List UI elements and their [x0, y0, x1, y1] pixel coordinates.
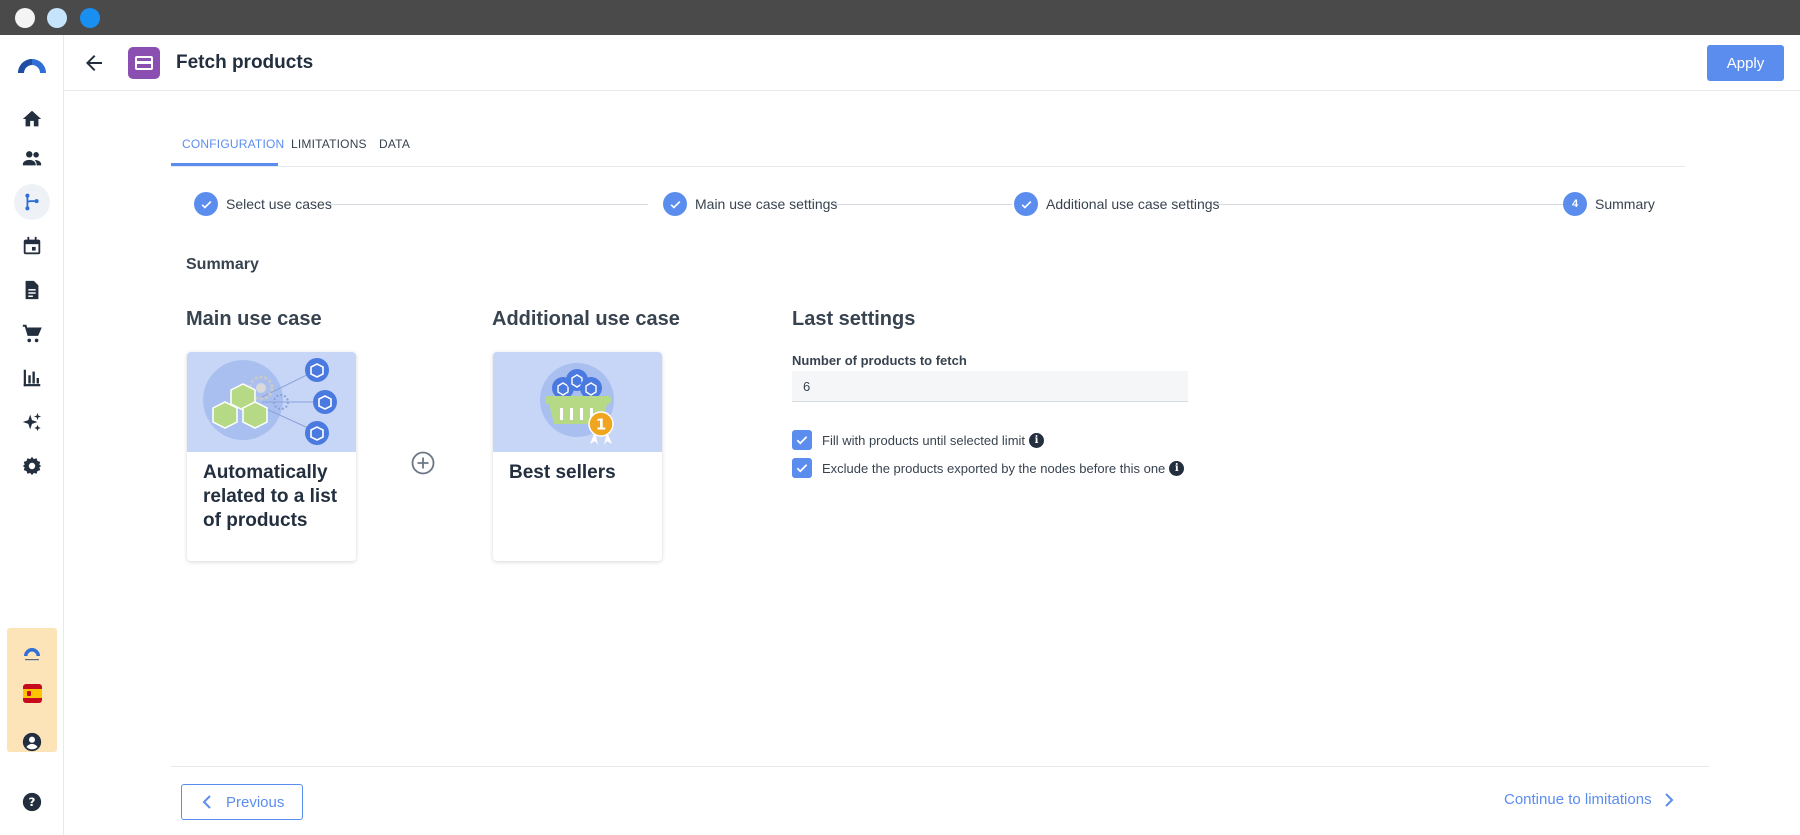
main-use-case-card[interactable]: Automatically related to a list of produ… — [187, 352, 356, 561]
cart-icon — [22, 324, 42, 343]
previous-button[interactable]: Previous — [181, 784, 303, 820]
app-logo-icon[interactable] — [16, 52, 48, 78]
products-count-field[interactable] — [792, 371, 1188, 402]
sidebar-item-account[interactable] — [14, 724, 50, 760]
exclude-products-checkbox[interactable] — [792, 458, 812, 478]
svg-text:?: ? — [29, 795, 36, 809]
additional-use-case-card[interactable]: 1 Best sellers — [493, 352, 662, 561]
document-icon — [25, 280, 39, 300]
best-sellers-illustration: 1 — [493, 352, 662, 452]
spain-flag-icon — [23, 684, 42, 703]
node-type-icon — [128, 47, 160, 79]
sidebar-item-ai[interactable] — [14, 404, 50, 440]
step-summary[interactable]: 4 Summary — [1563, 192, 1655, 216]
additional-use-case-heading: Additional use case — [492, 308, 680, 330]
sidebar-item-customers[interactable] — [14, 140, 50, 176]
sidebar-item-documents[interactable] — [14, 272, 50, 308]
summary-title: Summary — [186, 256, 259, 273]
step-label: Main use case settings — [695, 196, 838, 212]
sparkles-icon — [22, 412, 42, 432]
continue-label: Continue to limitations — [1504, 791, 1652, 808]
sidebar-item-calendar[interactable] — [14, 228, 50, 264]
main-use-case-label: Automatically related to a list of produ… — [203, 462, 338, 531]
svg-text:1: 1 — [596, 416, 606, 434]
page-title: Fetch products — [176, 52, 314, 73]
apply-button[interactable]: Apply — [1707, 45, 1784, 81]
user-circle-icon — [22, 732, 42, 752]
info-icon[interactable]: i — [1029, 432, 1045, 448]
gear-icon — [22, 456, 42, 476]
chevron-left-icon — [202, 795, 211, 809]
chart-icon — [23, 369, 41, 387]
step-label: Select use cases — [226, 196, 332, 212]
sidebar-item-analytics[interactable] — [14, 360, 50, 396]
window-minimize-button[interactable] — [47, 8, 67, 28]
step-label: Summary — [1595, 196, 1655, 212]
window-maximize-button[interactable] — [80, 8, 100, 28]
check-icon — [796, 464, 808, 473]
related-products-illustration — [187, 352, 356, 452]
previous-label: Previous — [226, 793, 285, 811]
workflow-icon — [25, 193, 39, 211]
page-header: Fetch products Apply — [64, 35, 1800, 91]
tab-data[interactable]: DATA — [379, 137, 410, 164]
check-icon — [1014, 192, 1038, 216]
step-connector — [328, 204, 648, 205]
back-arrow-icon[interactable] — [82, 51, 106, 75]
add-circle-icon — [411, 451, 435, 475]
active-tab-indicator — [171, 163, 278, 166]
step-select-use-cases[interactable]: Select use cases — [194, 192, 332, 216]
step-label: Additional use case settings — [1046, 196, 1220, 212]
fill-limit-checkbox[interactable] — [792, 430, 812, 450]
sidebar-item-workflows[interactable] — [14, 184, 50, 220]
step-connector — [1217, 204, 1585, 205]
main-use-case-heading: Main use case — [186, 308, 322, 330]
exclude-products-option: Exclude the products exported by the nod… — [792, 458, 1185, 478]
step-number: 4 — [1563, 192, 1587, 216]
help-icon: ? — [22, 792, 42, 812]
window-titlebar — [0, 0, 1800, 35]
tab-bar: CONFIGURATION LIMITATIONS DATA — [171, 124, 1685, 167]
window-close-button[interactable] — [15, 8, 35, 28]
calendar-icon — [23, 236, 41, 255]
users-icon — [22, 151, 42, 166]
exclude-products-label: Exclude the products exported by the nod… — [822, 460, 1166, 476]
continue-to-limitations-link[interactable]: Continue to limitations — [1504, 791, 1674, 808]
chevron-right-icon — [1664, 792, 1673, 807]
tab-configuration[interactable]: CONFIGURATION — [182, 137, 284, 164]
sidebar: ? — [0, 35, 64, 835]
sidebar-item-home[interactable] — [14, 101, 50, 137]
check-icon — [194, 192, 218, 216]
workspace-logo-icon — [24, 648, 40, 661]
check-icon — [663, 192, 687, 216]
sidebar-item-catalog[interactable] — [14, 316, 50, 352]
sidebar-item-settings[interactable] — [14, 448, 50, 484]
fill-limit-label: Fill with products until selected limit — [822, 432, 1026, 448]
home-icon — [22, 110, 42, 127]
step-connector — [832, 204, 1012, 205]
last-settings-heading: Last settings — [792, 308, 916, 330]
check-icon — [796, 436, 808, 445]
tab-limitations[interactable]: LIMITATIONS — [291, 137, 367, 164]
sidebar-item-help[interactable]: ? — [14, 784, 50, 820]
fill-limit-option: Fill with products until selected limit … — [792, 430, 1045, 450]
additional-use-case-label: Best sellers — [509, 462, 616, 483]
stepper: Select use cases Main use case settings … — [194, 192, 1655, 216]
info-icon[interactable]: i — [1169, 460, 1185, 476]
step-main-use-case-settings[interactable]: Main use case settings — [663, 192, 837, 216]
step-additional-use-case-settings[interactable]: Additional use case settings — [1014, 192, 1220, 216]
products-count-label: Number of products to fetch — [792, 353, 967, 368]
footer-divider — [171, 766, 1709, 767]
